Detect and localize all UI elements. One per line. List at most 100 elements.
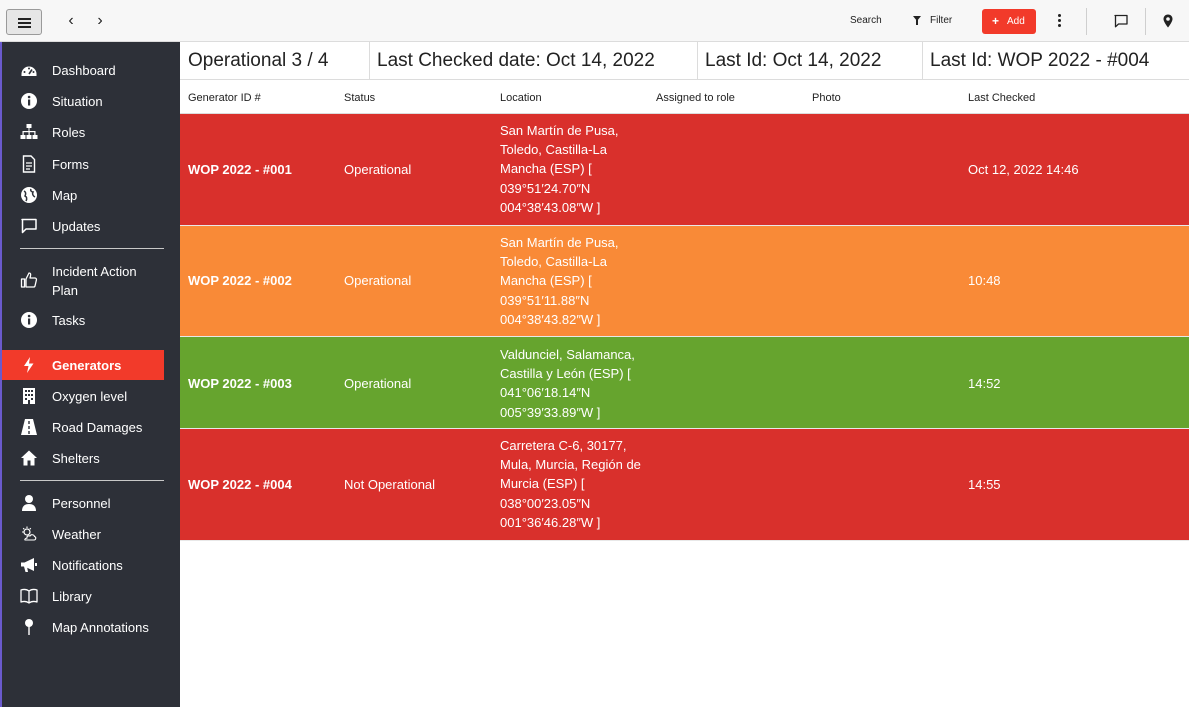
column-header-last-checked[interactable]: Last Checked [968,92,1035,104]
operational-count: Operational 3 / 4 [188,50,329,71]
pin-icon [25,619,33,635]
sidebar-item-map[interactable]: Map [2,181,180,209]
generator-last-checked: Oct 12, 2022 14:46 [968,162,1079,177]
chat-icon[interactable] [1113,13,1129,29]
sidebar-item-label: Weather [52,527,101,542]
forward-arrow-icon[interactable]: › [93,11,107,31]
summary-bar: Operational 3 / 4 Last Checked date: Oct… [180,42,1189,80]
toolbar-divider [1086,8,1087,35]
sidebar-item-label: Map Annotations [52,620,149,635]
app-window: ‹ › Search Filter + Add Dashboard Situat… [0,0,1189,707]
back-arrow-icon[interactable]: ‹ [64,11,78,31]
last-id: Last Id: WOP 2022 - #004 [930,50,1150,71]
generator-last-checked: 10:48 [968,273,1001,288]
globe-icon [21,187,37,203]
home-icon [21,450,37,466]
sidebar-item-dashboard[interactable]: Dashboard [2,56,180,84]
sidebar-item-label: Forms [52,157,89,172]
hamburger-menu-button[interactable] [6,9,42,35]
summary-divider [922,42,923,80]
generator-id: WOP 2022 - #003 [188,376,292,391]
generator-location: San Martín de Pusa, Toledo, Castilla-La … [500,123,619,215]
sidebar-divider [20,248,164,249]
column-header-generator-id[interactable]: Generator ID # [188,92,261,104]
sidebar-item-label: Road Damages [52,420,143,435]
table-row[interactable]: WOP 2022 - #001 Operational San Martín d… [180,114,1189,226]
sidebar-item-shelters[interactable]: Shelters [2,444,180,472]
sidebar-item-oxygen-level[interactable]: Oxygen level [2,382,180,410]
filter-button[interactable]: Filter [930,15,952,26]
sidebar: Dashboard Situation Roles Forms Map Upda… [0,42,180,707]
sidebar-item-road-damages[interactable]: Road Damages [2,413,180,441]
generator-last-checked: 14:52 [968,376,1001,391]
sidebar-item-label: Map [52,188,78,203]
person-icon [22,495,36,511]
column-header-location[interactable]: Location [500,92,542,104]
sidebar-item-label: Notifications [52,558,123,573]
more-options-icon[interactable] [1058,14,1062,28]
bolt-icon [24,357,34,373]
column-header-assigned-role[interactable]: Assigned to role [656,92,735,104]
sidebar-item-tasks[interactable]: Tasks [2,306,180,334]
sidebar-item-label: Incident Action Plan [52,264,137,298]
info-icon [21,93,37,109]
dashboard-icon [21,66,37,76]
generator-status: Not Operational [344,477,436,492]
generator-location: Carretera C-6, 30177, Mula, Murcia, Regi… [500,438,641,530]
sidebar-item-weather[interactable]: Weather [2,520,180,548]
add-button-label: Add [1007,16,1025,27]
sidebar-item-map-annotations[interactable]: Map Annotations [2,613,180,641]
megaphone-icon [21,558,37,572]
chat-icon [21,218,37,234]
table-row[interactable]: WOP 2022 - #004 Not Operational Carreter… [180,429,1189,541]
generator-location: San Martín de Pusa, Toledo, Castilla-La … [500,235,619,327]
generator-id: WOP 2022 - #002 [188,273,292,288]
filter-icon[interactable] [913,16,921,25]
sidebar-item-label: Shelters [52,451,100,466]
table-header: Generator ID # Status Location Assigned … [180,80,1189,114]
sidebar-item-incident-action-plan[interactable]: Incident Action Plan [2,260,180,300]
generator-location: Valdunciel, Salamanca, Castilla y León (… [500,347,635,420]
sidebar-item-label: Tasks [52,313,86,328]
generator-status: Operational [344,376,412,391]
sidebar-item-label: Updates [52,219,101,234]
sidebar-item-label: Situation [52,94,103,109]
summary-divider [369,42,370,80]
info-icon [21,312,37,328]
sidebar-item-label: Oxygen level [52,389,128,404]
top-toolbar: ‹ › Search Filter + Add [0,0,1189,42]
column-header-photo[interactable]: Photo [812,92,841,104]
sidebar-item-notifications[interactable]: Notifications [2,551,180,579]
sidebar-item-roles[interactable]: Roles [2,118,180,146]
plus-icon: + [992,14,1000,28]
add-button[interactable]: + Add [982,9,1036,34]
generator-status: Operational [344,162,412,177]
road-icon [21,419,37,435]
last-checked-date: Last Checked date: Oct 14, 2022 [377,50,655,71]
column-header-status[interactable]: Status [344,92,375,104]
sidebar-item-updates[interactable]: Updates [2,212,180,240]
search-button[interactable]: Search [850,15,882,26]
thumbs-up-icon [20,272,38,288]
sidebar-item-personnel[interactable]: Personnel [2,489,180,517]
sidebar-item-forms[interactable]: Forms [2,150,180,178]
weather-icon [22,526,37,541]
toolbar-divider [1145,8,1146,35]
building-icon [23,388,35,404]
sidebar-item-label: Library [52,589,92,604]
sidebar-item-label: Personnel [52,496,111,511]
sidebar-item-label: Roles [52,125,86,140]
table-row[interactable]: WOP 2022 - #002 Operational San Martín d… [180,226,1189,337]
sidebar-item-generators[interactable]: Generators [2,350,164,380]
sidebar-item-situation[interactable]: Situation [2,87,180,115]
document-icon [22,155,36,173]
location-pin-icon[interactable] [1160,13,1176,29]
sidebar-item-label: Dashboard [52,63,116,78]
sidebar-item-library[interactable]: Library [2,582,180,610]
main-content: Operational 3 / 4 Last Checked date: Oct… [180,42,1189,707]
summary-divider [697,42,698,80]
last-id-date: Last Id: Oct 14, 2022 [705,50,882,71]
generator-last-checked: 14:55 [968,477,1001,492]
book-icon [20,588,38,604]
table-row[interactable]: WOP 2022 - #003 Operational Valdunciel, … [180,337,1189,429]
